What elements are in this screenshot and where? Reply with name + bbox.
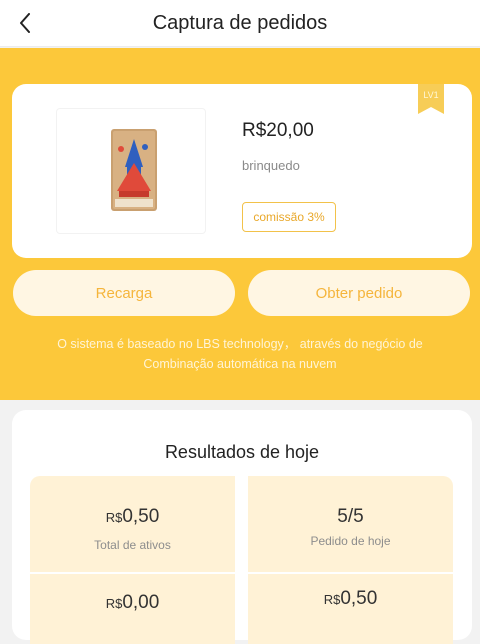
recharge-button[interactable]: Recarga — [13, 270, 235, 316]
results-title: Resultados de hoje — [164, 442, 320, 462]
stat-cell-3: R$0,00 — [30, 574, 235, 644]
level-badge-label: LV1 — [423, 90, 439, 100]
product-card: R$20,00 brinquedo comissão 3% LV1 — [12, 84, 472, 258]
stat-today-orders: 5/5 Pedido de hoje — [248, 476, 453, 572]
stat-cell-4: R$0,50 — [248, 574, 453, 644]
page-title: Captura de pedidos — [152, 12, 328, 34]
stat-value: R$0,00 — [30, 592, 235, 614]
currency-symbol: R$ — [105, 596, 123, 611]
product-price: R$20,00 — [242, 120, 314, 141]
stat-label: Total de ativos — [94, 538, 171, 552]
currency-symbol: R$ — [323, 592, 341, 607]
top-bar: Captura de pedidos — [0, 0, 480, 47]
stat-amount: 5/5 — [337, 506, 364, 527]
get-order-button[interactable]: Obter pedido — [248, 270, 470, 316]
info-text-line-1: O sistema é baseado no LBS technology， a… — [57, 337, 423, 351]
product-image — [56, 108, 206, 234]
results-card: Resultados de hoje R$0,50 Total de ativo… — [12, 410, 472, 644]
product-category: brinquedo — [242, 158, 300, 173]
stat-value: R$0,50 — [248, 588, 453, 610]
commission-badge: comissão 3% — [242, 202, 336, 232]
stat-amount: 0,50 — [122, 506, 160, 527]
toy-rocket-box-image — [111, 129, 157, 211]
level-badge: LV1 — [418, 84, 444, 114]
stat-value: 5/5 — [248, 506, 453, 528]
stat-label: Pedido de hoje — [310, 534, 391, 548]
stat-value: R$0,50 — [30, 506, 235, 528]
currency-symbol: R$ — [105, 510, 123, 525]
stat-amount: 0,50 — [340, 588, 378, 609]
stat-total-assets: R$0,50 Total de ativos — [30, 476, 235, 572]
info-text-line-2: Combinação automática na nuvem — [143, 357, 337, 371]
stat-amount: 0,00 — [122, 592, 160, 613]
